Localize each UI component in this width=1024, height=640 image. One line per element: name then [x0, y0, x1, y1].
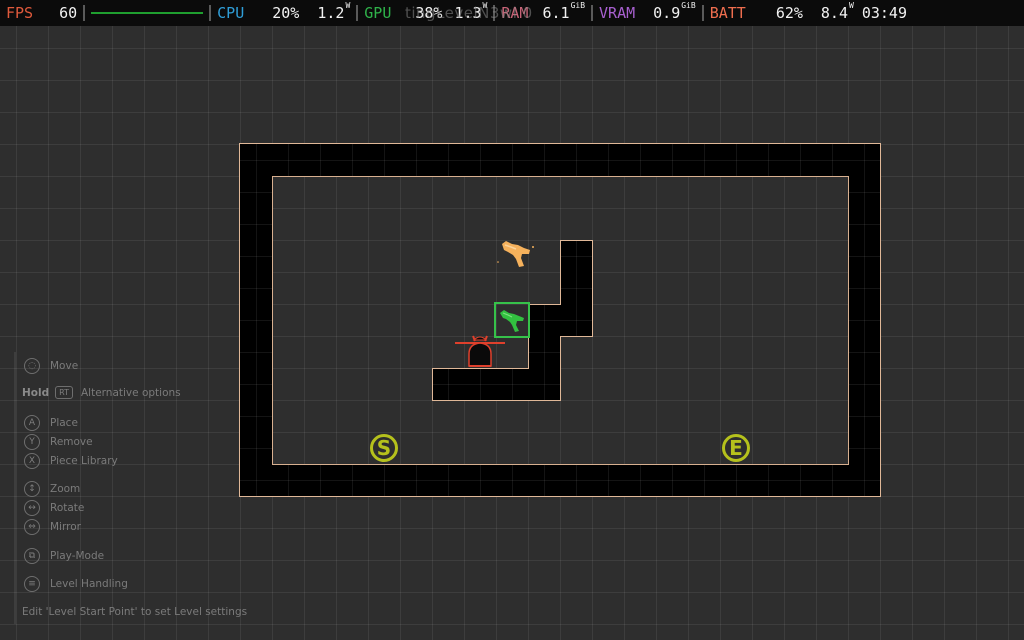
help-library-label: Piece Library — [50, 455, 118, 467]
help-place-label: Place — [50, 417, 78, 429]
help-alt-options-label: Alternative options — [81, 386, 181, 399]
help-rotate-label: Rotate — [50, 502, 85, 514]
help-row-rotate: ↔ Rotate — [22, 500, 84, 516]
dpad-mirror-icon: ⇔ — [24, 519, 40, 535]
dpad-rotate-icon: ↔ — [24, 500, 40, 516]
selected-blaster-icon — [500, 310, 524, 332]
help-hint-text: Edit 'Level Start Point' to set Level se… — [22, 606, 248, 618]
dpad-updown-icon: ↕ — [24, 481, 40, 497]
menu-button-icon: ≡ — [24, 576, 40, 592]
help-row-alt: Hold RT Alternative options — [22, 386, 181, 399]
help-hold-label: Hold — [22, 386, 50, 399]
help-mirror-label: Mirror — [50, 521, 81, 533]
help-level-handling-label: Level Handling — [50, 578, 128, 590]
help-row-play: ⧉ Play-Mode — [22, 548, 104, 564]
a-button-icon: A — [24, 415, 40, 431]
left-stick-icon: ◌ — [24, 358, 40, 374]
y-button-icon: Y — [24, 434, 40, 450]
controls-help-panel: ◌ Move Hold RT Alternative options A Pla… — [14, 352, 256, 624]
rt-button-icon: RT — [55, 386, 73, 399]
player-character[interactable] — [453, 332, 507, 370]
view-button-icon: ⧉ — [24, 548, 40, 564]
help-row-remove: Y Remove — [22, 434, 93, 450]
help-play-mode-label: Play-Mode — [50, 550, 105, 562]
x-button-icon: X — [24, 453, 40, 469]
help-row-hint: Edit 'Level Start Point' to set Level se… — [22, 606, 247, 618]
help-row-zoom: ↕ Zoom — [22, 481, 80, 497]
help-remove-label: Remove — [50, 436, 93, 448]
help-row-mirror: ⇔ Mirror — [22, 519, 81, 535]
help-move-label: Move — [50, 360, 79, 372]
help-row-level: ≡ Level Handling — [22, 576, 128, 592]
end-marker[interactable]: E — [722, 434, 750, 462]
start-marker[interactable]: S — [370, 434, 398, 462]
help-zoom-label: Zoom — [50, 483, 81, 495]
help-row-place: A Place — [22, 415, 78, 431]
blaster-pickup-icon[interactable] — [496, 236, 536, 270]
help-row-move: ◌ Move — [22, 358, 78, 374]
help-row-library: X Piece Library — [22, 453, 118, 469]
